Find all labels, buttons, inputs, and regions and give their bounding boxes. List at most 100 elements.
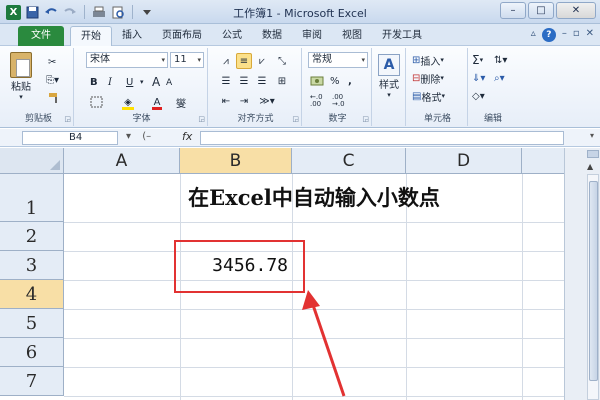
italic-button[interactable]: I <box>108 74 112 90</box>
decrease-indent-icon[interactable]: ⇤ <box>218 93 234 109</box>
insert-function-button[interactable]: fx <box>182 130 192 143</box>
font-launcher-icon[interactable]: ◲ <box>198 115 205 123</box>
align-left-icon[interactable]: ☰ <box>218 73 234 89</box>
row-header-6[interactable]: 6 <box>0 338 64 367</box>
column-header-a[interactable]: A <box>64 148 180 174</box>
font-group-label: 字体 <box>132 114 151 124</box>
insert-cells-button[interactable]: ⊞ 插入 ▾ <box>412 52 444 68</box>
underline-dropdown-icon[interactable]: ▾ <box>140 74 144 90</box>
align-middle-icon[interactable]: ≡ <box>236 53 252 69</box>
tab-data[interactable]: 数据 <box>252 26 292 46</box>
find-select-icon[interactable]: ⌕▾ <box>494 70 505 86</box>
close-button[interactable]: ✕ <box>556 2 596 19</box>
font-size-combo[interactable]: 11 ▾ <box>170 52 204 68</box>
sort-filter-icon[interactable]: ⇅▾ <box>494 52 507 68</box>
fill-color-icon[interactable]: ◈ <box>120 94 136 110</box>
percent-button[interactable]: % <box>330 73 340 89</box>
minimize-button[interactable]: – <box>500 2 526 19</box>
scroll-thumb[interactable] <box>589 181 598 381</box>
font-color-button[interactable]: A <box>150 94 164 110</box>
merge-cells-icon[interactable]: ⊞ <box>274 73 290 89</box>
format-cells-button[interactable]: ▤ 格式 ▾ <box>412 88 445 104</box>
decrease-decimal-icon[interactable]: .00 →.0 <box>332 93 345 109</box>
cell-a1-title[interactable]: 在Excel中自动输入小数点 <box>64 176 564 220</box>
grid-line <box>64 280 564 281</box>
tab-review[interactable]: 审阅 <box>292 26 332 46</box>
row-header-1[interactable]: 1 <box>0 174 64 222</box>
fill-icon[interactable]: ⇓▾ <box>472 70 485 86</box>
number-launcher-icon[interactable]: ◲ <box>362 115 369 123</box>
styles-icon: A <box>378 54 400 76</box>
scroll-up-icon[interactable]: ▲ <box>587 162 593 171</box>
maximize-button[interactable]: □ <box>528 2 554 19</box>
tab-view[interactable]: 视图 <box>332 26 372 46</box>
row-header-5[interactable]: 5 <box>0 309 64 338</box>
workbook-minimize-icon[interactable]: – <box>562 28 567 42</box>
row-header-3[interactable]: 3 <box>0 251 64 280</box>
help-icon[interactable]: ? <box>541 28 556 42</box>
insert-cells-label: 插入 <box>420 56 441 68</box>
phonetic-guide-button[interactable]: 燮 <box>176 94 186 110</box>
number-format-combo[interactable]: 常规 ▾ <box>308 52 368 68</box>
tab-insert[interactable]: 插入 <box>112 26 152 46</box>
paste-label: 粘贴 <box>11 82 31 93</box>
underline-button[interactable]: U <box>126 74 133 90</box>
column-header-c[interactable]: C <box>292 148 406 174</box>
orientation-icon[interactable]: ⤡ <box>274 53 290 69</box>
column-header-b[interactable]: B <box>180 148 292 174</box>
expand-formula-bar-icon[interactable]: ▾ <box>590 131 594 140</box>
delete-cells-button[interactable]: ⊟ 删除 ▾ <box>412 70 444 86</box>
formula-input[interactable] <box>200 131 564 145</box>
font-name-combo[interactable]: 宋体 ▾ <box>86 52 168 68</box>
group-styles: A 样式 ▾ <box>374 48 406 126</box>
workbook-close-icon[interactable]: ✕ <box>586 28 594 42</box>
currency-icon[interactable] <box>308 73 326 89</box>
grow-font-button[interactable]: A <box>152 74 160 90</box>
column-header-d[interactable]: D <box>406 148 522 174</box>
increase-decimal-icon[interactable]: ←.0.00 <box>310 93 323 109</box>
row-header-4[interactable]: 4 <box>0 280 64 309</box>
tab-file[interactable]: 文件 <box>18 26 64 46</box>
scroll-track[interactable] <box>587 174 599 400</box>
copy-icon[interactable]: ⎘▾ <box>46 72 59 88</box>
paste-button[interactable]: 粘贴 ▾ <box>10 52 32 101</box>
split-handle[interactable] <box>587 150 599 158</box>
tab-page-layout[interactable]: 页面布局 <box>152 26 212 46</box>
clipboard-launcher-icon[interactable]: ◲ <box>64 115 71 123</box>
increase-indent-icon[interactable]: ⇥ <box>236 93 252 109</box>
worksheet: A B C D 1 2 3 4 5 6 7 在Excel中自动输入小数点 345… <box>0 148 600 400</box>
row-header-7[interactable]: 7 <box>0 367 64 396</box>
minimize-ribbon-icon[interactable]: ▵ <box>531 28 536 42</box>
format-painter-icon[interactable] <box>48 90 62 106</box>
tab-developer[interactable]: 开发工具 <box>372 26 432 46</box>
borders-icon[interactable] <box>90 94 103 110</box>
bold-button[interactable]: B <box>90 74 98 90</box>
name-box[interactable]: B4 <box>22 131 118 145</box>
align-top-icon[interactable]: ⩘ <box>218 53 234 69</box>
align-bottom-icon[interactable]: ⩗ <box>254 53 270 69</box>
styles-button[interactable]: A 样式 ▾ <box>378 54 400 99</box>
formula-expand-icon[interactable]: (– <box>142 131 151 142</box>
tab-home[interactable]: 开始 <box>70 26 112 46</box>
row-header-2[interactable]: 2 <box>0 222 64 251</box>
delete-cells-icon: ⊟ <box>412 72 421 84</box>
title-bar: X 工作簿1 - Microsoft Excel – □ ✕ <box>0 0 600 24</box>
shrink-font-button[interactable]: A <box>166 75 172 91</box>
vertical-scrollbar[interactable]: ▲ <box>564 148 600 400</box>
editing-group-label: 编辑 <box>483 114 502 124</box>
comma-button[interactable]: , <box>348 73 352 89</box>
number-group-label: 数字 <box>328 114 347 124</box>
align-center-icon[interactable]: ☰ <box>236 73 252 89</box>
tab-formulas[interactable]: 公式 <box>212 26 252 46</box>
alignment-launcher-icon[interactable]: ◲ <box>292 115 299 123</box>
column-header-e[interactable] <box>522 148 566 174</box>
cut-icon[interactable]: ✂ <box>48 54 56 70</box>
autosum-button[interactable]: Σ ▾ <box>472 52 483 68</box>
wrap-text-icon[interactable]: ≫▾ <box>256 93 278 109</box>
select-all-button[interactable] <box>0 148 64 174</box>
clear-icon[interactable]: ◇▾ <box>472 88 485 104</box>
group-clipboard: 粘贴 ▾ ✂ ⎘▾ 剪贴板 ◲ <box>4 48 74 126</box>
align-right-icon[interactable]: ☰ <box>254 73 270 89</box>
workbook-restore-icon[interactable]: ▫ <box>573 28 580 42</box>
name-box-dropdown-icon[interactable]: ▾ <box>126 131 131 142</box>
